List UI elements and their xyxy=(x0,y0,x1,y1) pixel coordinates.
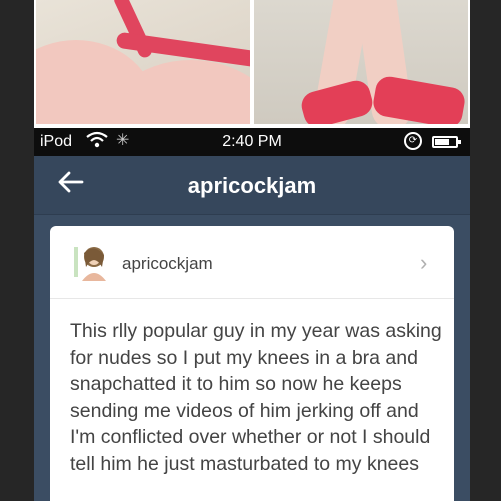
photo-strip xyxy=(34,0,470,128)
photo-knees-in-bra xyxy=(36,0,250,124)
status-bar: iPod ✳ 2:40 PM ⟳ xyxy=(34,128,470,156)
phone-screen: iPod ✳ 2:40 PM ⟳ apricockjam apricockjam… xyxy=(34,0,470,501)
rotation-lock-icon: ⟳ xyxy=(404,132,422,150)
chevron-right-icon[interactable]: › xyxy=(420,250,427,276)
post-username[interactable]: apricockjam xyxy=(122,254,213,274)
nav-bar: apricockjam xyxy=(34,156,470,215)
avatar[interactable] xyxy=(74,243,108,283)
post-card: apricockjam › This rlly popular guy in m… xyxy=(50,226,454,501)
red-fabric xyxy=(371,74,467,124)
photo-legs xyxy=(254,0,468,124)
red-fabric xyxy=(298,77,376,124)
post-header[interactable]: apricockjam › xyxy=(50,226,454,299)
battery-icon xyxy=(432,136,461,148)
nav-title: apricockjam xyxy=(187,173,317,198)
device-frame: iPod ✳ 2:40 PM ⟳ apricockjam apricockjam… xyxy=(0,0,501,501)
battery-fill xyxy=(435,139,449,145)
post-body-text: This rlly popular guy in my year was ask… xyxy=(70,320,442,475)
